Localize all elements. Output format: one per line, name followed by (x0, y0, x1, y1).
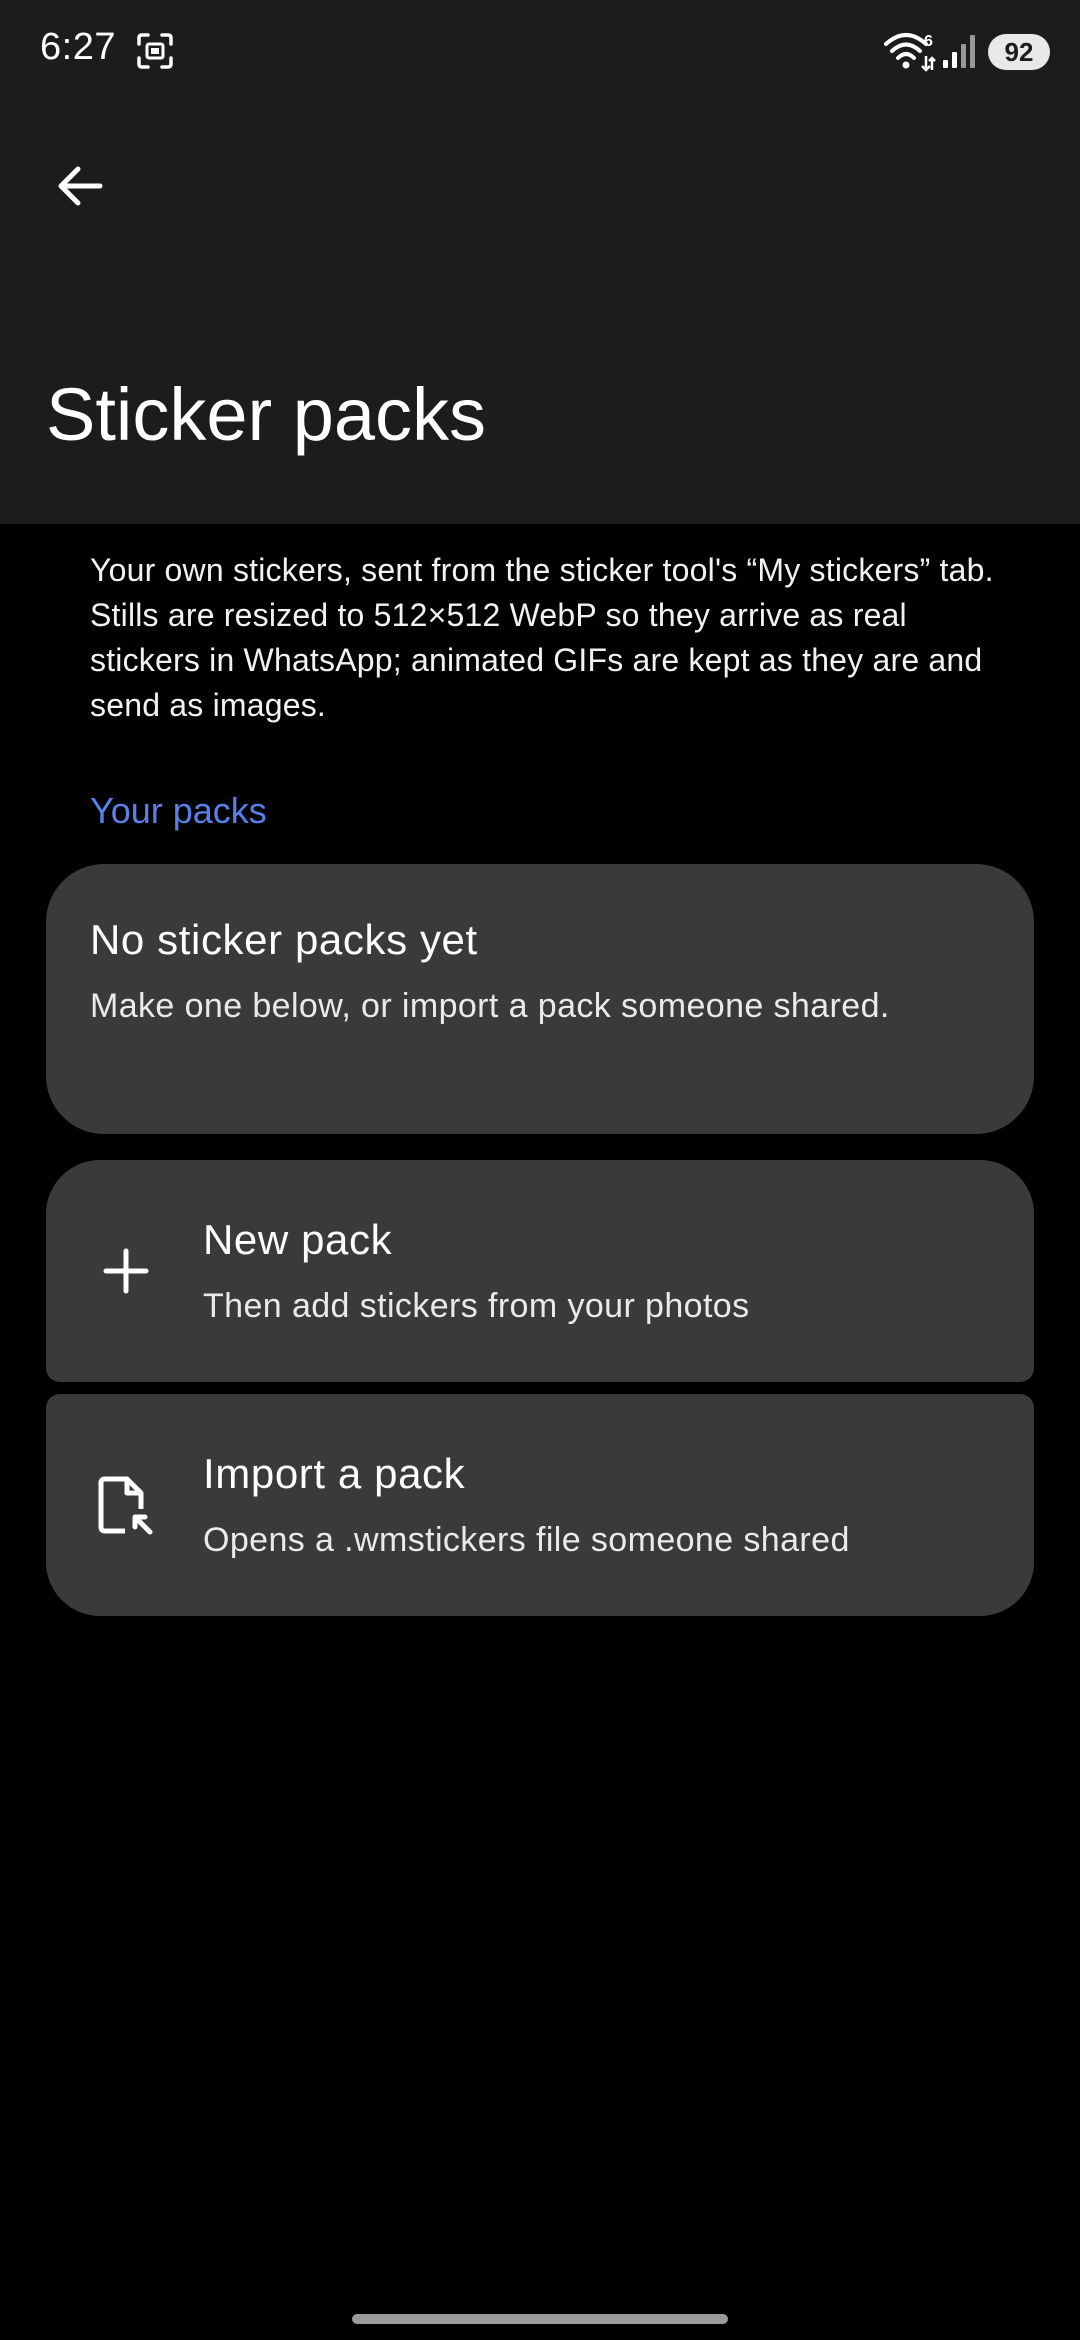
home-indicator[interactable] (352, 2314, 728, 2324)
description-text: Your own stickers, sent from the sticker… (90, 552, 994, 723)
new-pack-title: New pack (203, 1216, 393, 1263)
app-bar: 6:27 6 92 Sticker packs (0, 0, 1080, 524)
signal-icon (943, 35, 975, 68)
empty-state-card: No sticker packs yet Make one below, or … (46, 864, 1034, 1134)
wifi-badge: 6 (924, 33, 933, 50)
plus-icon (96, 1241, 156, 1301)
back-button[interactable] (40, 146, 120, 226)
wifi-icon: 6 (884, 33, 936, 72)
arrow-left-icon (58, 166, 103, 206)
page-title: Sticker packs (46, 373, 487, 456)
sticker-packs-screen: 6:27 6 92 Sticker packs Your own sticker… (0, 0, 1080, 2340)
import-pack-subtitle: Opens a .wmstickers file someone shared (203, 1521, 850, 1559)
new-pack-subtitle: Then add stickers from your photos (203, 1287, 750, 1325)
battery-level: 92 (1004, 36, 1034, 67)
import-pack-title: Import a pack (203, 1450, 466, 1497)
new-pack-button[interactable]: New pack Then add stickers from your pho… (46, 1160, 1034, 1382)
status-time: 6:27 (40, 26, 116, 68)
battery-icon: 92 (988, 34, 1050, 70)
screenshot-icon (137, 33, 173, 69)
import-pack-button[interactable]: Import a pack Opens a .wmstickers file s… (46, 1394, 1034, 1616)
section-header-your-packs: Your packs (90, 790, 267, 831)
status-bar: 6:27 6 92 (0, 0, 1080, 104)
empty-state-subtitle: Make one below, or import a pack someone… (90, 987, 890, 1025)
empty-state-title: No sticker packs yet (90, 916, 478, 963)
file-import-icon (96, 1475, 156, 1535)
